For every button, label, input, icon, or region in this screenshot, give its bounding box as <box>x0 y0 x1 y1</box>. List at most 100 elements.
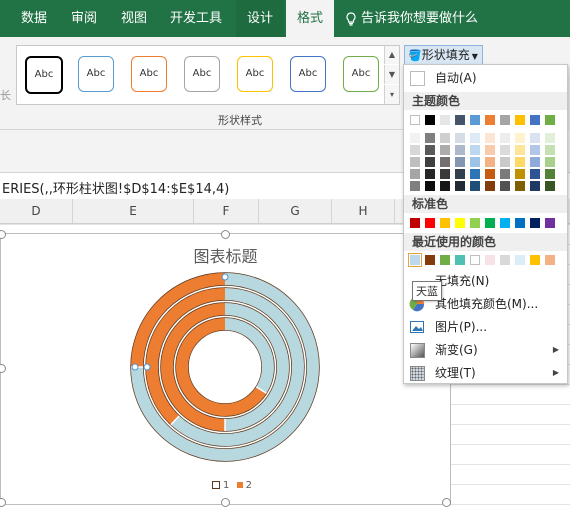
theme-shade-swatch[interactable] <box>425 145 435 155</box>
theme-shade-swatch[interactable] <box>470 157 480 167</box>
theme-shade-swatch[interactable] <box>545 157 555 167</box>
theme-shade-swatch[interactable] <box>425 181 435 191</box>
theme-shade-swatch[interactable] <box>515 145 525 155</box>
resize-handle[interactable] <box>442 498 451 507</box>
standard-color-swatch[interactable] <box>440 218 450 228</box>
column-header[interactable]: D <box>0 199 73 223</box>
tab-view[interactable]: 视图 <box>110 0 158 37</box>
tab-design[interactable]: 设计 <box>236 0 284 37</box>
recent-color-swatch[interactable] <box>530 255 540 265</box>
theme-shade-swatch[interactable] <box>470 145 480 155</box>
resize-handle[interactable] <box>221 230 230 239</box>
theme-shade-swatch[interactable] <box>515 133 525 143</box>
point-selection-handle[interactable] <box>131 363 139 371</box>
theme-color-swatch[interactable] <box>485 115 495 125</box>
tell-me-box[interactable]: 告诉我你想要做什么 <box>345 0 478 37</box>
theme-color-swatch[interactable] <box>500 115 510 125</box>
column-header[interactable]: E <box>73 199 194 223</box>
theme-shade-swatch[interactable] <box>410 145 420 155</box>
theme-shade-swatch[interactable] <box>425 133 435 143</box>
theme-shade-swatch[interactable] <box>440 133 450 143</box>
column-header[interactable]: H <box>332 199 395 223</box>
theme-color-swatch[interactable] <box>425 115 435 125</box>
theme-shade-swatch[interactable] <box>500 133 510 143</box>
theme-shade-swatch[interactable] <box>515 169 525 179</box>
theme-color-swatch[interactable] <box>530 115 540 125</box>
theme-shade-swatch[interactable] <box>530 133 540 143</box>
theme-shade-swatch[interactable] <box>440 157 450 167</box>
column-header[interactable]: G <box>259 199 332 223</box>
standard-color-swatch[interactable] <box>545 218 555 228</box>
recent-color-swatch[interactable] <box>425 255 435 265</box>
theme-shade-swatch[interactable] <box>470 133 480 143</box>
theme-shade-swatch[interactable] <box>485 181 495 191</box>
theme-shade-swatch[interactable] <box>410 157 420 167</box>
theme-shade-swatch[interactable] <box>500 145 510 155</box>
tab-review[interactable]: 审阅 <box>60 0 108 37</box>
theme-shade-swatch[interactable] <box>440 145 450 155</box>
theme-color-swatch[interactable] <box>545 115 555 125</box>
theme-shade-swatch[interactable] <box>500 169 510 179</box>
theme-shade-swatch[interactable] <box>455 133 465 143</box>
theme-shade-swatch[interactable] <box>425 169 435 179</box>
resize-handle[interactable] <box>0 498 6 507</box>
shape-style-swatch[interactable]: Abc <box>184 56 220 92</box>
shape-style-swatch[interactable]: Abc <box>78 56 114 92</box>
theme-shade-swatch[interactable] <box>455 169 465 179</box>
theme-shade-swatch[interactable] <box>455 157 465 167</box>
shape-style-swatch[interactable]: Abc <box>131 56 167 92</box>
shape-style-swatch[interactable]: Abc <box>343 56 379 92</box>
theme-shade-swatch[interactable] <box>470 169 480 179</box>
recent-color-swatch[interactable] <box>470 255 480 265</box>
point-selection-handle[interactable] <box>143 363 151 371</box>
tab-developer[interactable]: 开发工具 <box>160 0 232 37</box>
tab-data[interactable]: 数据 <box>10 0 58 37</box>
recent-color-swatch[interactable] <box>515 255 525 265</box>
theme-shade-swatch[interactable] <box>545 181 555 191</box>
resize-handle[interactable] <box>221 498 230 507</box>
standard-color-swatch[interactable] <box>530 218 540 228</box>
standard-color-swatch[interactable] <box>410 218 420 228</box>
standard-color-swatch[interactable] <box>455 218 465 228</box>
recent-color-swatch[interactable] <box>408 253 422 267</box>
recent-color-swatch[interactable] <box>485 255 495 265</box>
theme-color-swatch[interactable] <box>470 115 480 125</box>
gallery-expand-icon[interactable]: ▾ <box>384 85 399 104</box>
standard-color-swatch[interactable] <box>515 218 525 228</box>
chart-area[interactable]: 图表标题 1 2 <box>0 230 451 507</box>
doughnut-plot[interactable] <box>1 234 450 504</box>
shape-fill-button[interactable]: 🪣形状填充 ▼ <box>404 45 483 65</box>
theme-shade-swatch[interactable] <box>440 169 450 179</box>
standard-color-swatch[interactable] <box>485 218 495 228</box>
theme-shade-swatch[interactable] <box>500 181 510 191</box>
recent-color-swatch[interactable] <box>545 255 555 265</box>
theme-shade-swatch[interactable] <box>455 181 465 191</box>
standard-color-swatch[interactable] <box>425 218 435 228</box>
shape-style-swatch[interactable]: Abc <box>25 56 63 94</box>
recent-color-swatch[interactable] <box>440 255 450 265</box>
theme-shade-swatch[interactable] <box>470 181 480 191</box>
theme-shade-swatch[interactable] <box>425 157 435 167</box>
theme-shade-swatch[interactable] <box>485 169 495 179</box>
recent-color-swatch[interactable] <box>500 255 510 265</box>
theme-shade-swatch[interactable] <box>485 133 495 143</box>
theme-color-swatch[interactable] <box>410 115 420 125</box>
theme-shade-swatch[interactable] <box>410 169 420 179</box>
theme-shade-swatch[interactable] <box>410 181 420 191</box>
theme-shade-swatch[interactable] <box>530 181 540 191</box>
theme-shade-swatch[interactable] <box>530 157 540 167</box>
gallery-scroll-down-icon[interactable]: ▼ <box>384 65 399 84</box>
column-header[interactable]: F <box>194 199 259 223</box>
theme-shade-swatch[interactable] <box>530 145 540 155</box>
theme-shade-swatch[interactable] <box>530 169 540 179</box>
chart-legend[interactable]: 1 2 <box>208 480 252 491</box>
theme-color-swatch[interactable] <box>455 115 465 125</box>
gallery-scroll-up-icon[interactable]: ▲ <box>384 46 399 64</box>
theme-shade-swatch[interactable] <box>485 145 495 155</box>
shape-style-swatch[interactable]: Abc <box>237 56 273 92</box>
theme-shade-swatch[interactable] <box>455 145 465 155</box>
recent-color-swatch[interactable] <box>455 255 465 265</box>
menu-item-picture[interactable]: 图片(P)... <box>404 316 567 338</box>
tab-format[interactable]: 格式 <box>286 0 334 38</box>
theme-shade-swatch[interactable] <box>500 157 510 167</box>
